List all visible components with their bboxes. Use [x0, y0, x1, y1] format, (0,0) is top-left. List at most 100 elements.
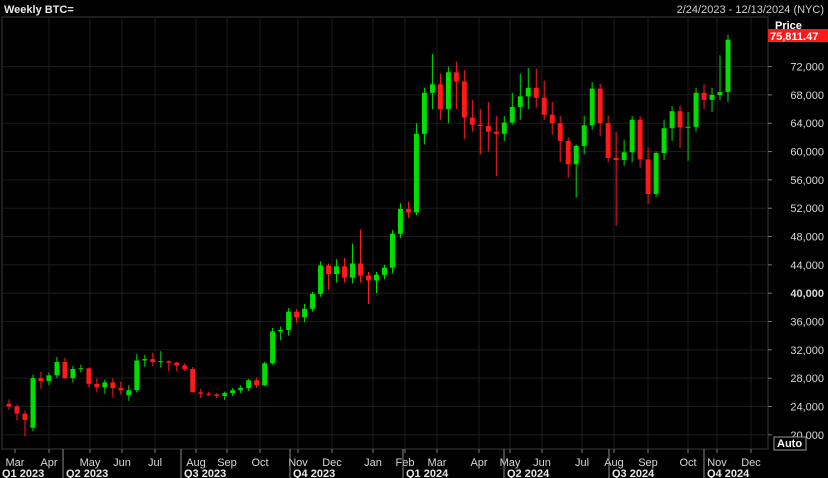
candle-body: [589, 88, 595, 126]
candle-body: [637, 119, 643, 160]
candle-body: [525, 87, 531, 97]
candle-body: [421, 92, 427, 134]
candle-up: [270, 327, 276, 365]
candlestick-chart[interactable]: 20,00024,00028,00032,00036,00040,00044,0…: [0, 0, 828, 478]
candle-body: [318, 265, 324, 294]
candle-body: [262, 363, 268, 386]
candle-body: [14, 406, 20, 414]
candle-body: [142, 359, 148, 361]
date-range: 2/24/2023 - 12/13/2024 (NYC): [677, 4, 824, 16]
price-axis[interactable]: 20,00024,00028,00032,00036,00040,00044,0…: [768, 62, 824, 442]
candle-body: [533, 87, 539, 98]
y-tick-label: 24,000: [790, 402, 824, 414]
candle-body: [413, 133, 419, 213]
candle-body: [629, 119, 635, 153]
candle-body: [102, 382, 108, 388]
candle-body: [493, 131, 499, 134]
candle-body: [278, 330, 284, 332]
candle-body: [485, 126, 491, 132]
candle-body: [166, 361, 172, 363]
candle-body: [246, 380, 252, 389]
candle-body: [477, 124, 483, 127]
candle-up: [318, 261, 324, 297]
candle-body: [22, 413, 28, 420]
time-axis[interactable]: Mar Apr May Jun Jul Aug Sep Oct Nov Dec Jan Feb Mar A…: [2, 449, 761, 478]
candle-body: [701, 92, 707, 100]
candle-body: [645, 159, 651, 195]
candle-body: [134, 360, 140, 391]
candle-body: [126, 390, 132, 396]
candle-body: [669, 111, 675, 129]
candle-body: [326, 265, 332, 275]
x-quarter-label: Q2 2024: [507, 468, 550, 478]
candle-body: [342, 266, 348, 278]
candle-body: [581, 125, 587, 146]
x-month-label: Oct: [679, 457, 696, 469]
candle-body: [469, 117, 475, 125]
candle-body: [118, 388, 124, 391]
candle-body: [86, 368, 92, 384]
candle-body: [54, 361, 60, 376]
candle-body: [461, 81, 467, 118]
y-tick-label: 48,000: [790, 232, 824, 244]
candle-body: [222, 393, 228, 396]
candle-body: [429, 84, 435, 93]
x-quarter-label: Q1 2023: [2, 468, 44, 478]
candle-body: [174, 362, 180, 366]
candle-up: [693, 87, 699, 132]
candle-body: [110, 382, 116, 389]
candle-body: [214, 394, 220, 396]
chart-title: Weekly BTC=: [4, 4, 74, 16]
y-tick-label: 28,000: [790, 373, 824, 385]
candle-body: [374, 274, 379, 281]
candle-body: [158, 361, 164, 363]
auto-scale-label: Auto: [777, 438, 802, 450]
candle-body: [30, 378, 36, 428]
candle-body: [685, 126, 691, 128]
candle-body: [302, 308, 308, 318]
candle-up: [589, 82, 595, 130]
candle-up: [725, 34, 731, 102]
candle-body: [310, 293, 316, 309]
candle-body: [78, 368, 84, 370]
x-quarter-label: Q3 2023: [184, 468, 226, 478]
candle-body: [70, 368, 76, 379]
x-month-label: Oct: [251, 457, 268, 469]
candle-body: [557, 123, 563, 141]
candle-up: [310, 291, 316, 312]
candle-body: [382, 267, 387, 275]
y-tick-label: 40,000: [790, 288, 824, 300]
candle-body: [6, 403, 12, 407]
candle-body: [150, 359, 156, 362]
chart-window: 20,000 24,000 28,000 32,000 36,000 40,000 44,0…: [0, 0, 828, 478]
candle-body: [286, 311, 292, 331]
plot-area[interactable]: [1, 16, 769, 450]
candle-body: [437, 84, 443, 110]
y-tick-label: 32,000: [790, 345, 824, 357]
candle-down: [190, 366, 196, 393]
candle-body: [693, 92, 699, 127]
candle-body: [605, 123, 611, 158]
candle-body: [549, 114, 555, 124]
candle-body: [46, 375, 52, 382]
x-month-label: Jan: [364, 457, 382, 469]
candle-body: [254, 380, 260, 386]
x-month-label: Jun: [113, 457, 131, 469]
candle-up: [653, 151, 659, 197]
x-month-label: Jul: [575, 457, 589, 469]
candle-body: [717, 92, 723, 95]
candle-up: [30, 374, 36, 432]
candle-body: [725, 39, 731, 93]
candle-body: [38, 378, 44, 382]
candle-body: [621, 152, 627, 161]
candle-body: [565, 140, 571, 165]
y-tick-label: 72,000: [790, 62, 824, 74]
candle-body: [238, 388, 244, 391]
candle-body: [389, 233, 395, 268]
x-month-label: Apr: [470, 457, 487, 469]
y-tick-label: 52,000: [790, 203, 824, 215]
candle-body: [350, 263, 355, 278]
candle-body: [230, 390, 236, 394]
candle-body: [509, 106, 515, 123]
candle-body: [270, 331, 276, 364]
